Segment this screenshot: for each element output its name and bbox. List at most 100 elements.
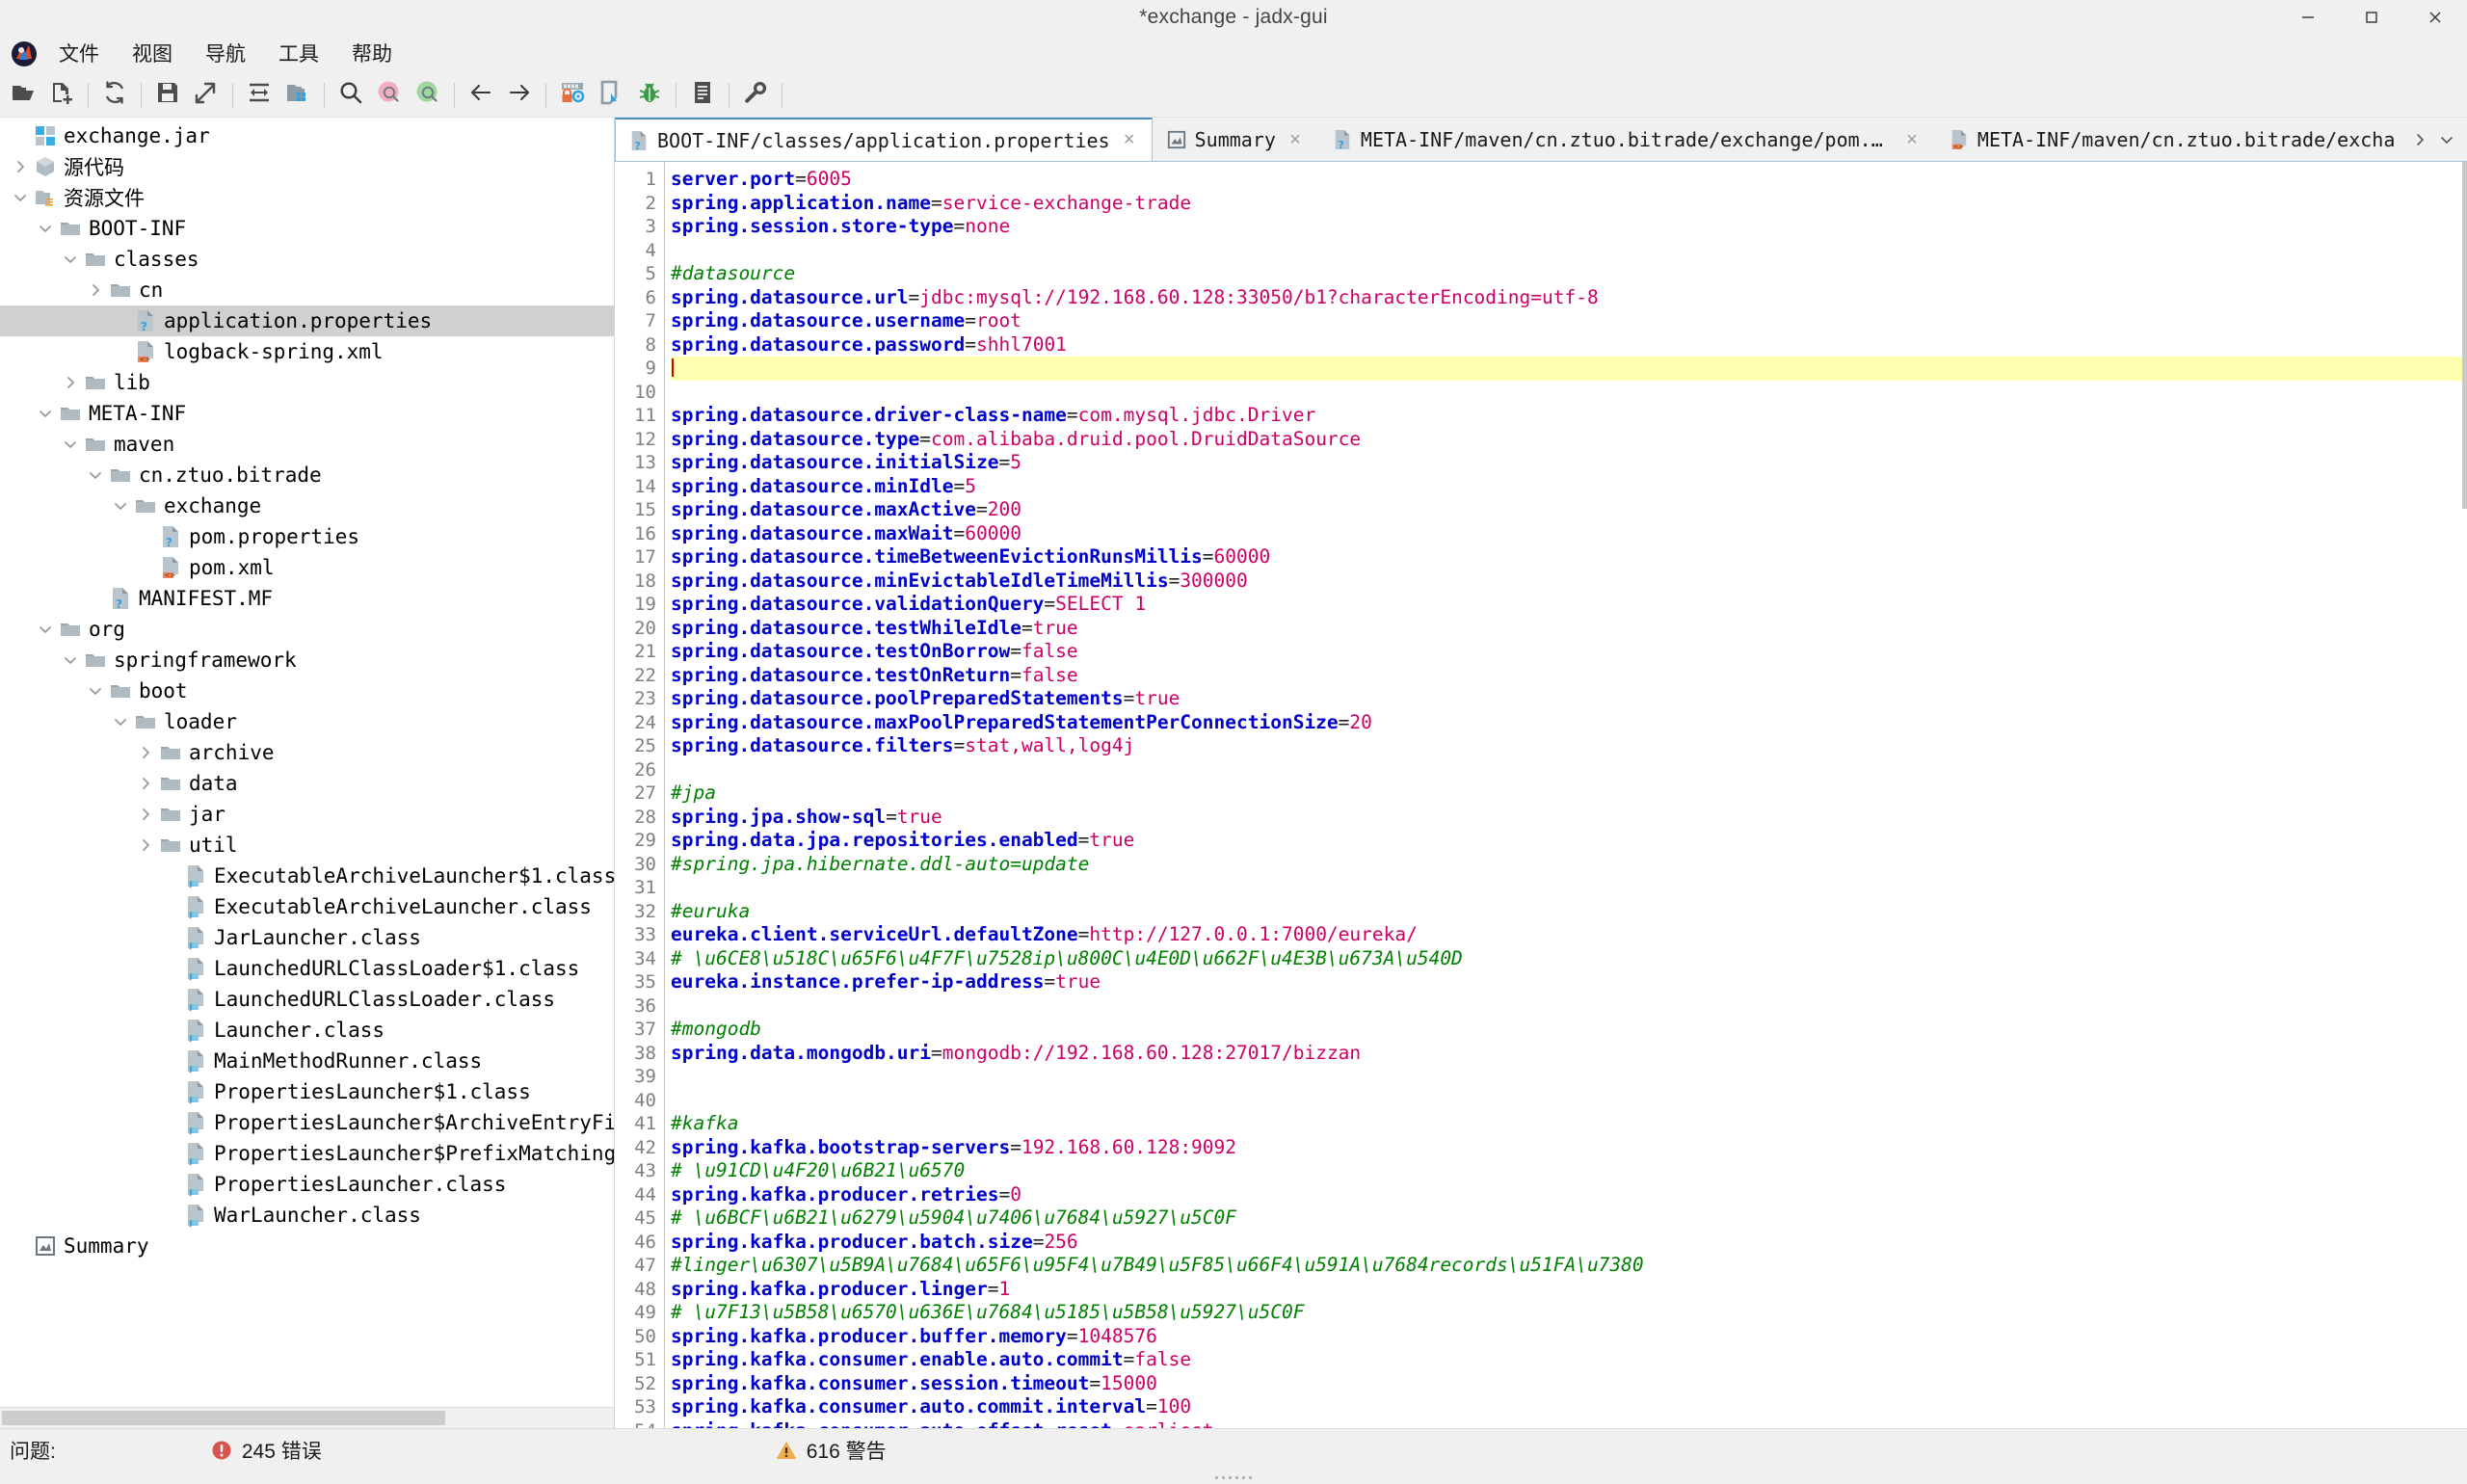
code-line[interactable]: #euruka — [671, 900, 2467, 924]
tree-node[interactable]: J Launcher.class — [0, 1015, 614, 1046]
tree-node[interactable]: ? application.properties — [0, 305, 614, 336]
window-resize-grip[interactable] — [0, 1471, 2467, 1484]
tree-node[interactable]: J MainMethodRunner.class — [0, 1046, 614, 1076]
tree-node[interactable]: J PropertiesLauncher.class — [0, 1169, 614, 1200]
tree-node[interactable]: archive — [0, 737, 614, 768]
tree-node[interactable]: util — [0, 830, 614, 861]
editor-tab-close-icon[interactable]: × — [1285, 129, 1306, 151]
comment-search-button[interactable] — [409, 76, 447, 115]
forward-button[interactable] — [500, 76, 539, 115]
code-line[interactable]: spring.datasource.username=root — [671, 309, 2467, 333]
code-line[interactable]: spring.kafka.consumer.auto.offset.reset=… — [671, 1419, 2467, 1429]
code-line[interactable]: spring.datasource.testOnBorrow=false — [671, 640, 2467, 664]
tree-expand-arrow-expanded[interactable] — [108, 498, 133, 514]
open-file-button[interactable] — [4, 76, 42, 115]
code-line[interactable]: spring.datasource.driver-class-name=com.… — [671, 404, 2467, 428]
code-line[interactable]: spring.kafka.producer.retries=0 — [671, 1183, 2467, 1207]
tree-node[interactable]: classes — [0, 244, 614, 275]
tree-node[interactable]: maven — [0, 429, 614, 460]
tree-expand-arrow-expanded[interactable] — [33, 406, 58, 421]
reload-button[interactable] — [95, 76, 134, 115]
editor-tabstrip[interactable]: ? BOOT-INF/classes/application.properties… — [615, 118, 2467, 162]
menu-help[interactable]: 帮助 — [338, 40, 406, 68]
maximize-button[interactable] — [2340, 0, 2403, 35]
minimize-button[interactable] — [2276, 0, 2340, 35]
code-line[interactable] — [671, 994, 2467, 1019]
code-line[interactable]: spring.session.store-type=none — [671, 215, 2467, 239]
editor-tab[interactable]: ? BOOT-INF/classes/application.properties… — [615, 118, 1153, 161]
code-line[interactable]: spring.datasource.testWhileIdle=true — [671, 617, 2467, 641]
code-line[interactable]: # \u7F13\u5B58\u6570\u636E\u7684\u5185\u… — [671, 1301, 2467, 1325]
tree-expand-arrow-expanded[interactable] — [58, 252, 83, 267]
code-line[interactable]: spring.datasource.maxWait=60000 — [671, 522, 2467, 546]
tree-expand-arrow-expanded[interactable] — [83, 467, 108, 483]
class-search-button[interactable] — [370, 76, 409, 115]
tree-expand-arrow-expanded[interactable] — [83, 683, 108, 699]
close-button[interactable] — [2403, 0, 2467, 35]
code-line[interactable]: spring.datasource.minIdle=5 — [671, 475, 2467, 499]
log-viewer-button[interactable] — [683, 76, 722, 115]
code-line[interactable]: spring.datasource.validationQuery=SELECT… — [671, 593, 2467, 617]
tree-node[interactable]: <> pom.xml — [0, 552, 614, 583]
tree-node[interactable]: ? pom.properties — [0, 521, 614, 552]
tree-expand-arrow-collapsed[interactable] — [83, 282, 108, 298]
code-line[interactable]: spring.kafka.producer.batch.size=256 — [671, 1231, 2467, 1255]
code-line[interactable]: server.port=6005 — [671, 168, 2467, 192]
code-line[interactable] — [671, 1065, 2467, 1089]
save-all-button[interactable] — [148, 76, 187, 115]
editor-scroll-thumb[interactable] — [2462, 162, 2467, 509]
tab-scroll-right-button[interactable] — [2407, 120, 2432, 159]
tree-node[interactable]: springframework — [0, 645, 614, 676]
code-line[interactable] — [671, 1089, 2467, 1113]
code-line[interactable]: spring.kafka.consumer.enable.auto.commit… — [671, 1348, 2467, 1372]
code-editor[interactable]: 1 2 3 4 5 6 7 8 9 10 11 12 13 14 15 16 17 18 19 20 21 22 23 24 2… — [615, 162, 2467, 1428]
tree-expand-arrow-expanded[interactable] — [58, 652, 83, 668]
code-line[interactable]: #mongodb — [671, 1018, 2467, 1042]
tree-node[interactable]: J PropertiesLauncher$ArchiveEntryFil — [0, 1107, 614, 1138]
tree-expand-arrow-collapsed[interactable] — [8, 159, 33, 174]
code-line[interactable]: spring.kafka.consumer.session.timeout=15… — [671, 1372, 2467, 1396]
code-line[interactable]: spring.data.mongodb.uri=mongodb://192.16… — [671, 1042, 2467, 1066]
code-line[interactable]: spring.datasource.type=com.alibaba.druid… — [671, 428, 2467, 452]
code-line[interactable]: spring.datasource.url=jdbc:mysql://192.1… — [671, 286, 2467, 310]
quark-button[interactable] — [592, 76, 630, 115]
code-line[interactable]: # \u6BCF\u6B21\u6279\u5904\u7406\u7684\u… — [671, 1206, 2467, 1231]
tree-horizontal-scrollbar[interactable] — [0, 1407, 614, 1428]
tree-node[interactable]: jar — [0, 799, 614, 830]
tree-expand-arrow-expanded[interactable] — [58, 437, 83, 452]
menu-tools[interactable]: 工具 — [265, 40, 332, 68]
code-line[interactable] — [671, 876, 2467, 900]
code-line[interactable]: spring.datasource.password=shhl7001 — [671, 333, 2467, 358]
code-line[interactable]: spring.data.jpa.repositories.enabled=tru… — [671, 829, 2467, 853]
code-content[interactable]: server.port=6005 spring.application.name=… — [665, 162, 2467, 1428]
tree-expand-arrow-expanded[interactable] — [108, 714, 133, 729]
tree-node[interactable]: J ExecutableArchiveLauncher$1.class — [0, 861, 614, 891]
code-line[interactable]: spring.datasource.poolPreparedStatements… — [671, 687, 2467, 711]
code-line[interactable] — [671, 239, 2467, 263]
tree-node[interactable]: J PropertiesLauncher$PrefixMatchingA — [0, 1138, 614, 1169]
code-line[interactable]: #jpa — [671, 782, 2467, 806]
status-warnings[interactable]: 616 警告 — [775, 1436, 887, 1465]
menu-navigation[interactable]: 导航 — [192, 40, 259, 68]
code-line[interactable]: eureka.instance.prefer-ip-address=true — [671, 970, 2467, 994]
tree-node[interactable]: 资源文件 — [0, 182, 614, 213]
preferences-button[interactable] — [736, 76, 775, 115]
tree-node[interactable]: boot — [0, 676, 614, 706]
code-line[interactable]: spring.kafka.consumer.auto.commit.interv… — [671, 1395, 2467, 1419]
code-line[interactable]: eureka.client.serviceUrl.defaultZone=htt… — [671, 923, 2467, 947]
tree-node[interactable]: exchange — [0, 490, 614, 521]
debugger-button[interactable] — [630, 76, 669, 115]
code-line[interactable]: spring.application.name=service-exchange… — [671, 192, 2467, 216]
tree-node[interactable]: loader — [0, 706, 614, 737]
tree-node[interactable]: exchange.jar — [0, 120, 614, 151]
tree-node[interactable]: J ExecutableArchiveLauncher.class — [0, 891, 614, 922]
tree-scroll-thumb[interactable] — [2, 1411, 445, 1425]
tree-expand-arrow-collapsed[interactable] — [133, 776, 158, 791]
code-line[interactable] — [671, 357, 2467, 381]
project-tree[interactable]: exchange.jar 源代码 资源文件 BOOT-INF classes cn? app… — [0, 118, 614, 1407]
editor-tab[interactable]: ? META-INF/maven/cn.ztuo.bitrade/exchange… — [1318, 118, 1935, 161]
editor-tab[interactable]: <> META-INF/maven/cn.ztuo.bitrade/excha — [1935, 118, 2407, 161]
export-gradle-button[interactable] — [187, 76, 225, 115]
code-line[interactable]: spring.jpa.show-sql=true — [671, 806, 2467, 830]
tree-node[interactable]: cn.ztuo.bitrade — [0, 460, 614, 490]
